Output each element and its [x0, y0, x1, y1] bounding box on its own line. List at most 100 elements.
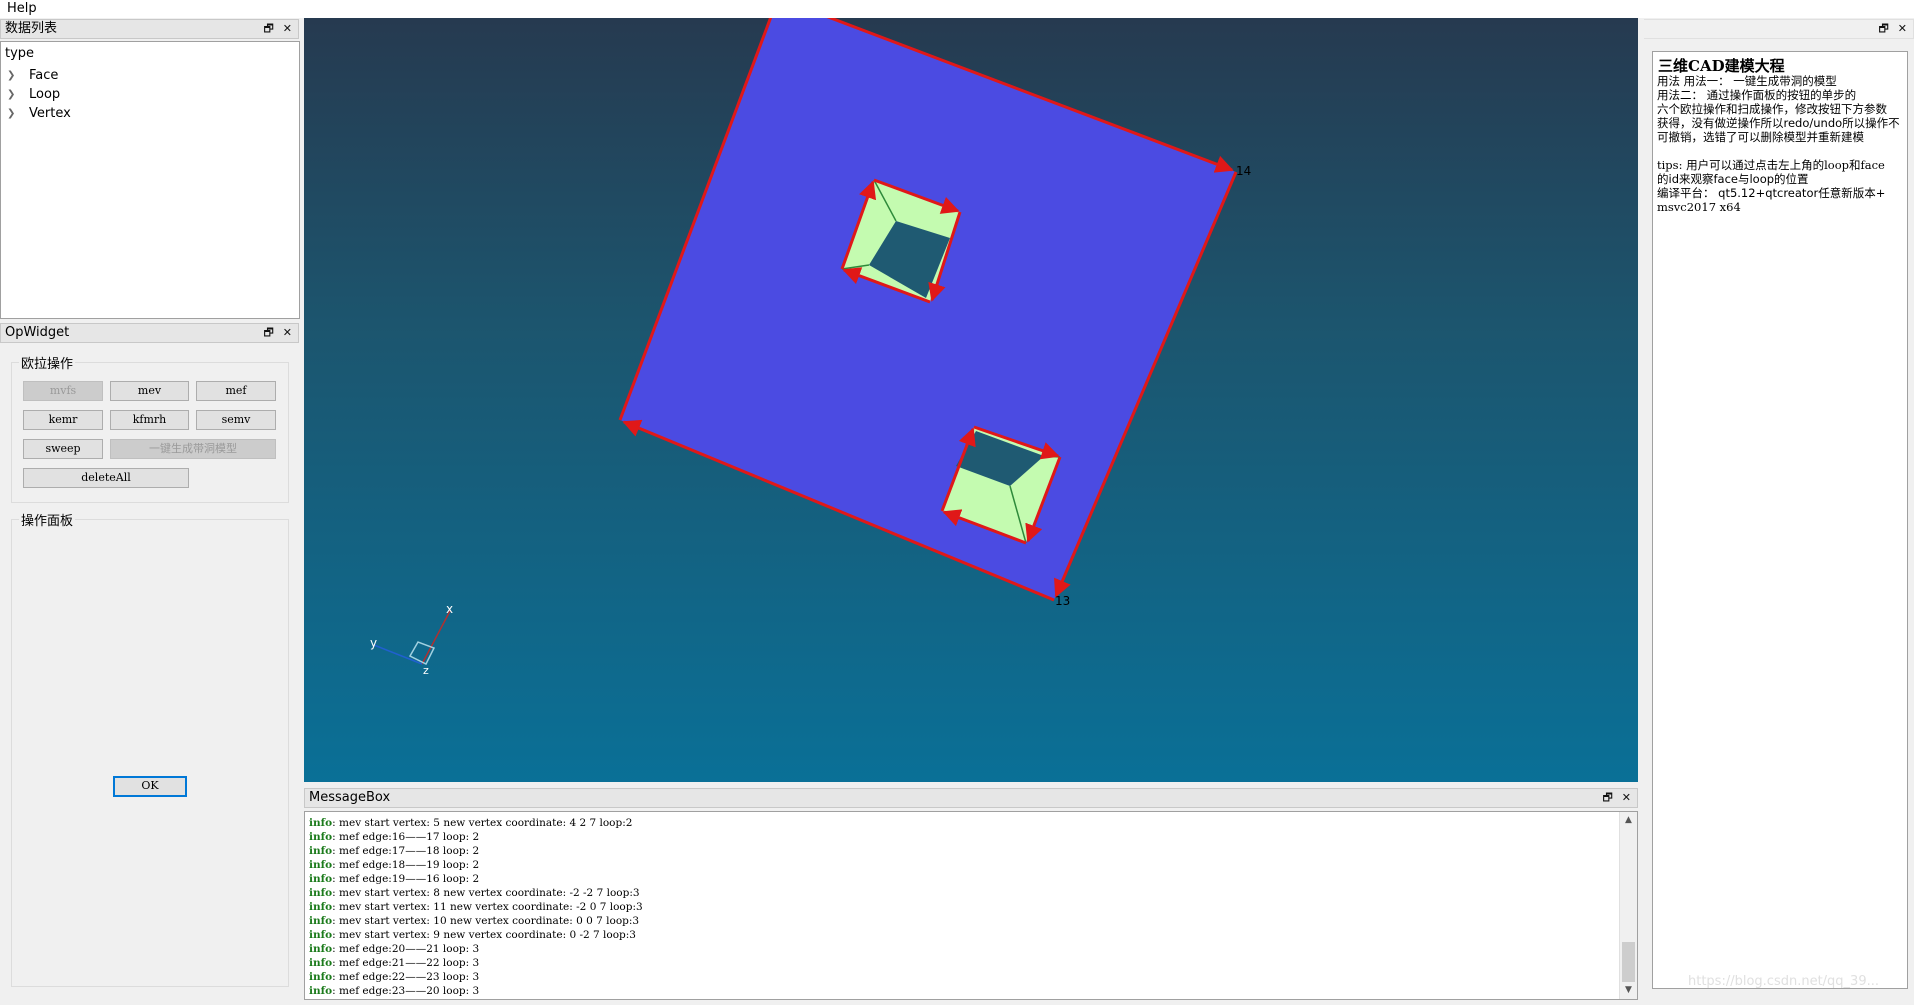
log-prefix: info: [309, 817, 333, 829]
opwidget-titlebar: OpWidget 🗗 ✕: [0, 323, 299, 343]
close-icon[interactable]: ✕: [1622, 789, 1631, 807]
float-icon[interactable]: 🗗: [263, 20, 273, 38]
log-line: info: mev start vertex: 9 new vertex coo…: [309, 928, 636, 942]
log-prefix: info: [309, 985, 333, 997]
help-line: 用法 用法一： 一键生成带洞的模型: [1657, 74, 1837, 88]
tree-item-label: Face: [29, 68, 59, 83]
delete-all-button[interactable]: deleteAll: [23, 468, 189, 488]
chevron-right-icon[interactable]: ❯: [7, 108, 19, 119]
axis-z-label: z: [423, 664, 429, 677]
model-canvas: 14 13 x y z: [370, 18, 1251, 677]
close-icon[interactable]: ✕: [283, 20, 292, 38]
ok-button[interactable]: OK: [113, 776, 187, 797]
help-line: tips: 用户可以通过点击左上角的loop和face: [1657, 158, 1885, 172]
messagebox-title: MessageBox: [309, 790, 391, 805]
log-text: : mef edge:17——18 loop: 2: [332, 845, 480, 857]
semv-button[interactable]: semv: [196, 410, 276, 430]
mev-button[interactable]: mev: [110, 381, 189, 401]
log-line: info: mef edge:19——16 loop: 2: [309, 872, 479, 886]
close-icon[interactable]: ✕: [283, 324, 292, 342]
generate-model-button[interactable]: 一键生成带洞模型: [110, 439, 276, 459]
help-line: 可撤销，选错了可以删除模型并重新建模: [1657, 130, 1864, 144]
close-icon[interactable]: ✕: [1898, 20, 1907, 38]
operation-panel-group: [11, 519, 289, 987]
log-line: info: mef edge:23——20 loop: 3: [309, 984, 479, 998]
log-line: info: mev start vertex: 10 new vertex co…: [309, 914, 639, 928]
log-prefix: info: [309, 957, 333, 969]
tree-item-vertex[interactable]: ❯ Vertex: [7, 106, 71, 121]
kfmrh-button[interactable]: kfmrh: [110, 410, 189, 430]
log-line: info: mef edge:18——19 loop: 2: [309, 858, 479, 872]
float-icon[interactable]: 🗗: [1602, 789, 1612, 807]
mvfs-button[interactable]: mvfs: [23, 381, 103, 401]
chevron-right-icon[interactable]: ❯: [7, 70, 19, 81]
log-text: : mev start vertex: 5 new vertex coordin…: [332, 817, 633, 829]
log-line: info: mef edge:21——22 loop: 3: [309, 956, 479, 970]
help-line: 获得，没有做逆操作所以redo/undo所以操作不: [1657, 116, 1900, 130]
model-face: [620, 18, 1236, 600]
log-text: : mev start vertex: 11 new vertex coordi…: [332, 901, 643, 913]
mef-button[interactable]: mef: [196, 381, 276, 401]
log-text: : mev start vertex: 9 new vertex coordin…: [332, 929, 636, 941]
data-list-tree: type ❯ Face ❯ Loop ❯ Vertex: [0, 41, 300, 319]
log-text: : mef edge:22——23 loop: 3: [332, 971, 480, 983]
data-list-title: 数据列表: [5, 21, 58, 36]
log-line: info: mev start vertex: 5 new vertex coo…: [309, 816, 632, 830]
log-text: : mef edge:19——16 loop: 2: [332, 873, 480, 885]
help-titlebar: 🗗 ✕: [1644, 19, 1914, 39]
operation-panel-title: 操作面板: [19, 510, 76, 529]
kemr-button[interactable]: kemr: [23, 410, 103, 430]
log-prefix: info: [309, 873, 333, 885]
help-panel: 三维CAD建模大程 用法 用法一： 一键生成带洞的模型 用法二： 通过操作面板的…: [1652, 51, 1908, 989]
tree-item-face[interactable]: ❯ Face: [7, 68, 58, 83]
sweep-button[interactable]: sweep: [23, 439, 103, 459]
float-icon[interactable]: 🗗: [263, 324, 273, 342]
log-prefix: info: [309, 887, 333, 899]
scroll-down-icon[interactable]: ▼: [1620, 982, 1637, 999]
axis-y-label: y: [370, 636, 377, 650]
log-line: info: mef edge:17——18 loop: 2: [309, 844, 479, 858]
log-line: info: mef edge:22——23 loop: 3: [309, 970, 479, 984]
3d-viewport[interactable]: 14 13 x y z: [304, 18, 1638, 782]
euler-ops-title: 欧拉操作: [19, 353, 76, 372]
log-text: : mef edge:21——22 loop: 3: [332, 957, 480, 969]
tree-item-label: Loop: [29, 87, 61, 102]
data-list-titlebar: 数据列表 🗗 ✕: [0, 19, 299, 39]
tree-item-loop[interactable]: ❯ Loop: [7, 87, 60, 102]
chevron-right-icon[interactable]: ❯: [7, 89, 19, 100]
help-line: 的id来观察face与loop的位置: [1657, 172, 1809, 186]
log-text: : mef edge:20——21 loop: 3: [332, 943, 480, 955]
float-icon[interactable]: 🗗: [1878, 20, 1888, 38]
log-line: info: mef edge:20——21 loop: 3: [309, 942, 479, 956]
log-text: : mef edge:18——19 loop: 2: [332, 859, 480, 871]
help-line: 用法二： 通过操作面板的按钮的单步的: [1657, 88, 1857, 102]
menu-bar: Help: [0, 0, 1914, 18]
log-text: : mef edge:23——20 loop: 3: [332, 985, 480, 997]
log-prefix: info: [309, 929, 333, 941]
message-scrollbar[interactable]: ▲ ▼: [1619, 812, 1637, 999]
log-prefix: info: [309, 845, 333, 857]
messagebox-titlebar: MessageBox 🗗 ✕: [304, 788, 1638, 808]
log-prefix: info: [309, 831, 333, 843]
log-line: info: mev start vertex: 11 new vertex co…: [309, 900, 643, 914]
log-line: info: mef edge:16——17 loop: 2: [309, 830, 479, 844]
opwidget-title: OpWidget: [5, 325, 70, 340]
log-prefix: info: [309, 915, 333, 927]
axis-x-label: x: [446, 602, 453, 616]
scroll-up-icon[interactable]: ▲: [1620, 812, 1637, 829]
menu-help[interactable]: Help: [7, 1, 37, 16]
log-prefix: info: [309, 943, 333, 955]
log-prefix: info: [309, 971, 333, 983]
log-text: : mev start vertex: 8 new vertex coordin…: [332, 887, 640, 899]
log-prefix: info: [309, 901, 333, 913]
vertex-label: 14: [1236, 164, 1251, 178]
help-line: 六个欧拉操作和扫成操作，修改按钮下方参数: [1657, 102, 1887, 116]
axis-gizmo: x y z: [370, 602, 453, 677]
help-line: msvc2017 x64: [1657, 200, 1741, 214]
log-text: : mev start vertex: 10 new vertex coordi…: [332, 915, 640, 927]
tree-header: type: [5, 46, 35, 61]
log-line: info: mev start vertex: 8 new vertex coo…: [309, 886, 640, 900]
message-log[interactable]: info: mev start vertex: 5 new vertex coo…: [304, 811, 1638, 1000]
vertex-label: 13: [1055, 594, 1070, 608]
scroll-thumb[interactable]: [1622, 942, 1635, 982]
